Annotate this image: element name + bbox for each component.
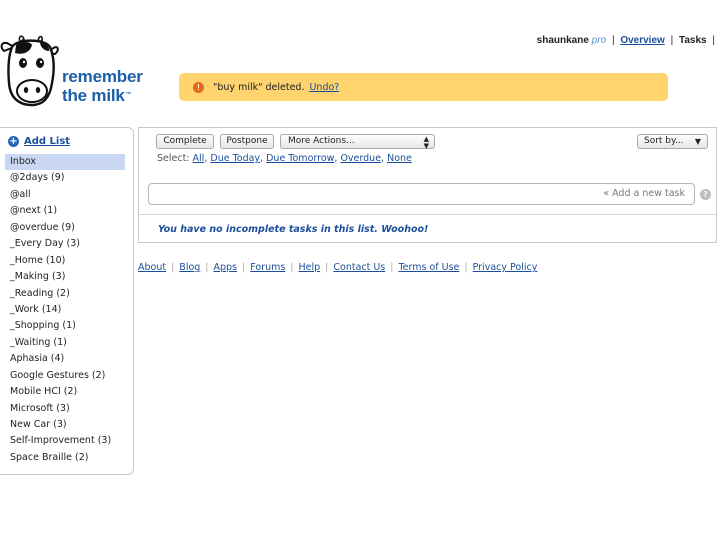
sort-by-select[interactable]: Sort by... ▼ [637, 134, 708, 149]
sidebar-item-overdue[interactable]: @overdue (9) [5, 220, 125, 236]
select-row: Select: All, Due Today, Due Tomorrow, Ov… [157, 153, 412, 164]
sidebar-item-self-improvement[interactable]: Self-Improvement (3) [5, 433, 125, 449]
footer-link-forums[interactable]: Forums [250, 262, 285, 273]
nav-overview-link[interactable]: Overview [620, 35, 664, 46]
help-icon[interactable]: ? [700, 189, 711, 200]
postpone-button[interactable]: Postpone [220, 134, 274, 149]
undo-link[interactable]: Undo? [309, 82, 339, 93]
footer-link-apps[interactable]: Apps [214, 262, 238, 273]
sidebar-item-2days[interactable]: @2days (9) [5, 170, 125, 186]
nav-separator: | [670, 35, 674, 46]
sidebar-item-home[interactable]: _Home (10) [5, 253, 125, 269]
top-nav: shaunkane pro | Overview | Tasks | [537, 35, 718, 46]
logo-line-1: remember [62, 67, 143, 86]
sidebar-item-aphasia[interactable]: Aphasia (4) [5, 351, 125, 367]
sidebar-item-waiting[interactable]: _Waiting (1) [5, 335, 125, 351]
select-due-today-link[interactable]: Due Today [210, 153, 260, 164]
sidebar-item-every-day[interactable]: _Every Day (3) [5, 236, 125, 252]
sidebar-item-work[interactable]: _Work (14) [5, 302, 125, 318]
cow-logo-icon [0, 35, 59, 107]
plus-circle-icon: + [8, 136, 19, 147]
sidebar-item-next[interactable]: @next (1) [5, 203, 125, 219]
nav-separator: | [611, 35, 615, 46]
footer-link-help[interactable]: Help [299, 262, 321, 273]
more-actions-select[interactable]: More Actions... ▲ ▼ [280, 134, 435, 149]
sidebar-item-microsoft[interactable]: Microsoft (3) [5, 401, 125, 417]
trademark-mark: ™ [125, 92, 132, 98]
sidebar-item-making[interactable]: _Making (3) [5, 269, 125, 285]
chevron-down-icon: ▼ [694, 137, 701, 146]
add-list-label: Add List [24, 136, 71, 147]
sort-by-label: Sort by... [644, 136, 684, 146]
footer-links: About | Blog | Apps | Forums | Help | Contact Us | T… [138, 262, 538, 273]
select-overdue-link[interactable]: Overdue [340, 153, 381, 164]
footer-link-blog[interactable]: Blog [179, 262, 200, 273]
select-all-link[interactable]: All [193, 153, 205, 164]
nav-separator: | [712, 35, 715, 46]
sidebar-item-new-car[interactable]: New Car (3) [5, 417, 125, 433]
select-due-tomorrow-link[interactable]: Due Tomorrow [266, 153, 334, 164]
footer-link-about[interactable]: About [138, 262, 166, 273]
select-label: Select: [157, 153, 190, 164]
add-list-button[interactable]: + Add List [8, 136, 70, 147]
add-task-input[interactable]: « Add a new task [148, 183, 695, 205]
warning-icon: ! [193, 81, 204, 93]
footer-link-contact-us[interactable]: Contact Us [333, 262, 385, 273]
pro-badge: pro [591, 35, 607, 46]
complete-button[interactable]: Complete [156, 134, 214, 149]
divider [139, 214, 716, 215]
sidebar-item-google-gestures[interactable]: Google Gestures (2) [5, 368, 125, 384]
sidebar-item-space-braille[interactable]: Space Braille (2) [5, 450, 125, 466]
status-message-bar: ! "buy milk" deleted. Undo? [179, 73, 668, 101]
task-lists: Inbox @2days (9) @all @next (1) @overdue… [5, 154, 125, 466]
sidebar-item-shopping[interactable]: _Shopping (1) [5, 318, 125, 334]
sidebar-item-all[interactable]: @all [5, 187, 125, 203]
status-message-text: "buy milk" deleted. [213, 81, 305, 93]
nav-tasks-link[interactable]: Tasks [679, 35, 707, 46]
up-down-arrows-icon: ▲ ▼ [423, 135, 429, 150]
footer-link-terms[interactable]: Terms of Use [398, 262, 459, 273]
logo-wordmark: remember the milk™ [62, 67, 143, 105]
username: shaunkane [536, 35, 589, 46]
logo-line-2: the milk [62, 86, 125, 105]
sidebar-item-mobile-hci[interactable]: Mobile HCI (2) [5, 384, 125, 400]
select-none-link[interactable]: None [387, 153, 412, 164]
more-actions-label: More Actions... [288, 136, 355, 146]
lists-sidebar: + Add List Inbox @2days (9) @all @next (… [0, 127, 134, 475]
sidebar-item-inbox[interactable]: Inbox [5, 154, 125, 171]
footer-link-privacy[interactable]: Privacy Policy [473, 262, 538, 273]
sidebar-item-reading[interactable]: _Reading (2) [5, 286, 125, 302]
task-panel: Complete Postpone More Actions... ▲ ▼ Sor… [138, 127, 717, 243]
empty-list-message: You have no incomplete tasks in this lis… [158, 224, 429, 235]
